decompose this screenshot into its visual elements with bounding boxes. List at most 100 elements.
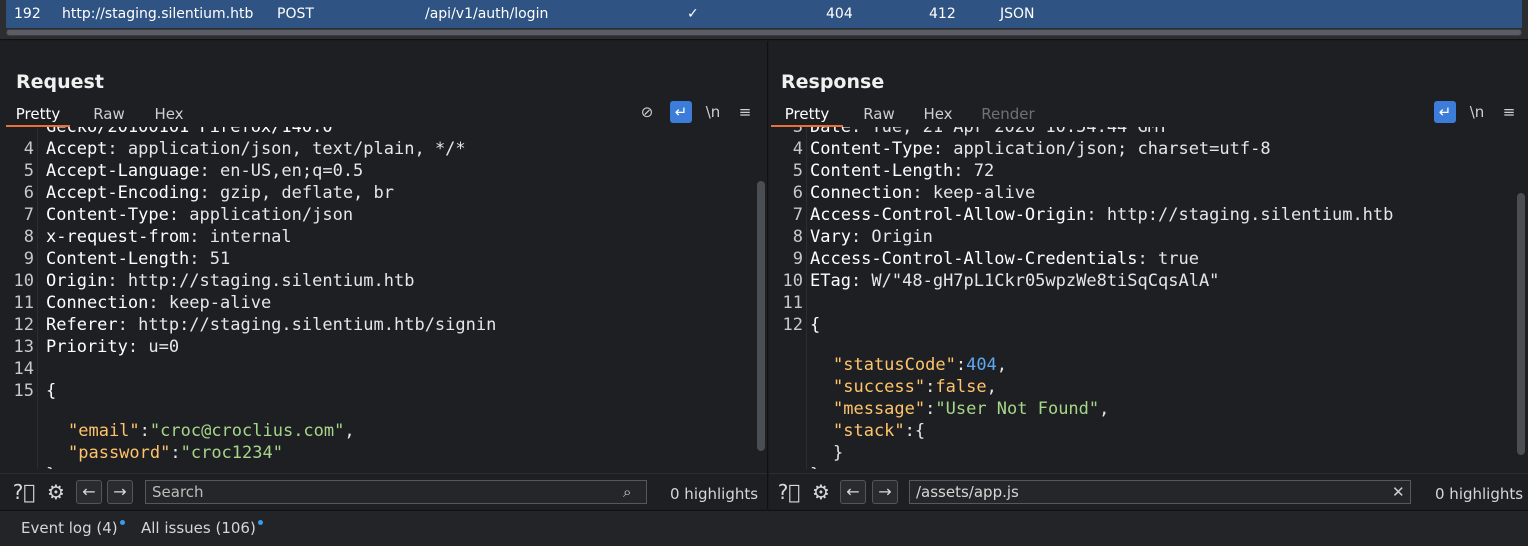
scrollbar-thumb[interactable] <box>1517 193 1525 455</box>
app-window: 192 http://staging.silentium.htb POST /a… <box>0 0 1528 546</box>
header-value: : keep-alive <box>148 293 272 313</box>
line-number: 15 <box>13 381 34 401</box>
next-arrow-icon[interactable]: → <box>872 480 898 504</box>
status-bar: Event log (4) All issues (106) <box>0 510 1528 546</box>
header-value: : application/json <box>168 205 354 225</box>
gear-icon[interactable]: ⚙ <box>43 479 69 505</box>
next-arrow-icon[interactable]: → <box>107 480 133 504</box>
tab-render[interactable]: Render <box>975 101 1041 127</box>
body-line-stack: "stack":{ <box>833 421 926 441</box>
wrap-lines-icon[interactable]: ↵ <box>1434 101 1456 123</box>
newline-icon[interactable]: \n <box>702 101 724 123</box>
all-issues-button[interactable]: All issues (106) <box>141 519 263 537</box>
response-search-input[interactable] <box>909 480 1411 504</box>
header-value: : keep-alive <box>912 183 1036 203</box>
tab-raw[interactable]: Raw <box>853 101 905 127</box>
header-line: x-request-from: internal <box>46 227 292 247</box>
header-name: Vary <box>810 227 851 247</box>
row-number: 192 <box>14 6 41 22</box>
menu-icon[interactable]: ≡ <box>734 101 756 123</box>
body-line-success: "success":false, <box>833 377 997 397</box>
request-editor[interactable]: Gecko/20100101 Firefox/140.0 4 Accept: app… <box>0 127 768 469</box>
history-horizontal-scrollbar[interactable] <box>6 29 1522 36</box>
header-name: ETag <box>810 271 851 291</box>
header-value: : W/"48-gH7pL1Ckr05wpzWe8tiSqCqsAlA" <box>850 271 1220 291</box>
header-name: Access-Control-Allow-Origin <box>810 205 1087 225</box>
header-name: Accept-Language <box>46 161 200 181</box>
header-name: Gecko/20100101 Firefox/140.0 <box>46 127 333 137</box>
newline-icon[interactable]: \n <box>1466 101 1488 123</box>
previous-arrow-icon[interactable]: ← <box>76 480 102 504</box>
header-value: : http://staging.silentium.htb <box>1086 205 1394 225</box>
line-number: 7 <box>792 205 803 225</box>
history-row-selected[interactable]: 192 http://staging.silentium.htb POST /a… <box>6 0 1522 28</box>
response-highlight-count: 0 highlights <box>1435 485 1524 503</box>
tab-pretty[interactable]: Pretty <box>771 101 843 127</box>
help-icon[interactable]: ?⃝ <box>11 479 37 505</box>
json-key: "statusCode" <box>833 355 956 375</box>
tab-raw[interactable]: Raw <box>82 101 136 127</box>
header-name: Referer <box>46 315 118 335</box>
json-string: "User Not Found" <box>935 399 1100 419</box>
tab-hex[interactable]: Hex <box>144 101 194 127</box>
wrap-lines-icon[interactable]: ↵ <box>670 101 692 123</box>
hide-eye-icon[interactable]: ⊘ <box>636 101 658 123</box>
request-search-input[interactable] <box>145 480 647 504</box>
header-value: : application/json, text/plain, */* <box>107 139 466 159</box>
row-length: 412 <box>929 6 956 22</box>
scrollbar-thumb[interactable] <box>757 181 765 451</box>
body-line-statuscode: "statusCode":404, <box>833 355 1008 375</box>
row-host: http://staging.silentium.htb <box>62 6 254 22</box>
body-line-close: } <box>0 445 82 469</box>
header-value: : Tue, 21 Apr 2026 10:54:44 GMT <box>850 127 1169 137</box>
response-vertical-scrollbar[interactable] <box>1517 127 1525 469</box>
request-vertical-scrollbar[interactable] <box>757 127 765 469</box>
header-name: Accept <box>46 139 108 159</box>
body-line-email: "email":"croc@croclius.com", <box>68 421 355 441</box>
header-name: Connection <box>810 183 913 203</box>
help-icon[interactable]: ?⃝ <box>776 479 802 505</box>
line-number: 6 <box>792 183 803 203</box>
header-value: : 72 <box>953 161 995 181</box>
previous-arrow-icon[interactable]: ← <box>840 480 866 504</box>
header-line: Origin: http://staging.silentium.htb <box>46 271 414 291</box>
request-pane: Request Pretty Raw Hex ⊘ ↵ \n ≡ Gecko/20… <box>0 41 768 509</box>
header-name: Connection <box>46 293 149 313</box>
clear-icon[interactable]: ✕ <box>1392 483 1405 501</box>
line-number: 10 <box>13 271 34 291</box>
line-number: 5 <box>23 161 34 181</box>
tab-hex[interactable]: Hex <box>913 101 963 127</box>
header-value: : http://staging.silentium.htb/signin <box>117 315 497 335</box>
json-boolean: false <box>935 377 987 397</box>
header-name: Content-Length <box>46 249 190 269</box>
header-line: Vary: Origin <box>810 227 933 247</box>
header-value: : application/json; charset=utf-8 <box>932 139 1271 159</box>
gear-icon[interactable]: ⚙ <box>808 479 834 505</box>
event-log-button[interactable]: Event log (4) <box>21 519 125 537</box>
line-number: 12 <box>782 315 803 335</box>
header-line: Connection: keep-alive <box>810 183 1035 203</box>
header-name: Origin <box>46 271 108 291</box>
line-number: 14 <box>13 359 34 379</box>
request-tools: ⊘ ↵ \n ≡ <box>636 101 760 125</box>
header-name: Date <box>810 127 851 137</box>
header-line: Content-Type: application/json; charset=… <box>810 139 1271 159</box>
line-number: 4 <box>792 139 803 159</box>
response-editor[interactable]: 3 Date: Tue, 21 Apr 2026 10:54:44 GMT 4 Con… <box>769 127 1528 469</box>
line-number: 5 <box>792 161 803 181</box>
header-value: : Origin <box>850 227 933 247</box>
header-line: Accept-Encoding: gzip, deflate, br <box>46 183 394 203</box>
row-mime: JSON <box>1000 6 1035 22</box>
response-tabs: Pretty Raw Hex Render <box>771 101 1528 127</box>
tab-pretty[interactable]: Pretty <box>6 101 70 127</box>
body-line-close: } <box>769 445 851 469</box>
menu-icon[interactable]: ≡ <box>1498 101 1520 123</box>
response-pane: Response Pretty Raw Hex Render ↵ \n ≡ 3D… <box>769 41 1528 509</box>
body-line-stack-close: } <box>769 423 851 463</box>
scrollbar-thumb[interactable] <box>7 30 1521 35</box>
header-name: Content-Type <box>46 205 169 225</box>
header-line: Referer: http://staging.silentium.htb/si… <box>46 315 496 335</box>
header-line: Content-Length: 51 <box>46 249 230 269</box>
line-number: 4 <box>23 139 34 159</box>
json-key: "password" <box>68 443 171 463</box>
